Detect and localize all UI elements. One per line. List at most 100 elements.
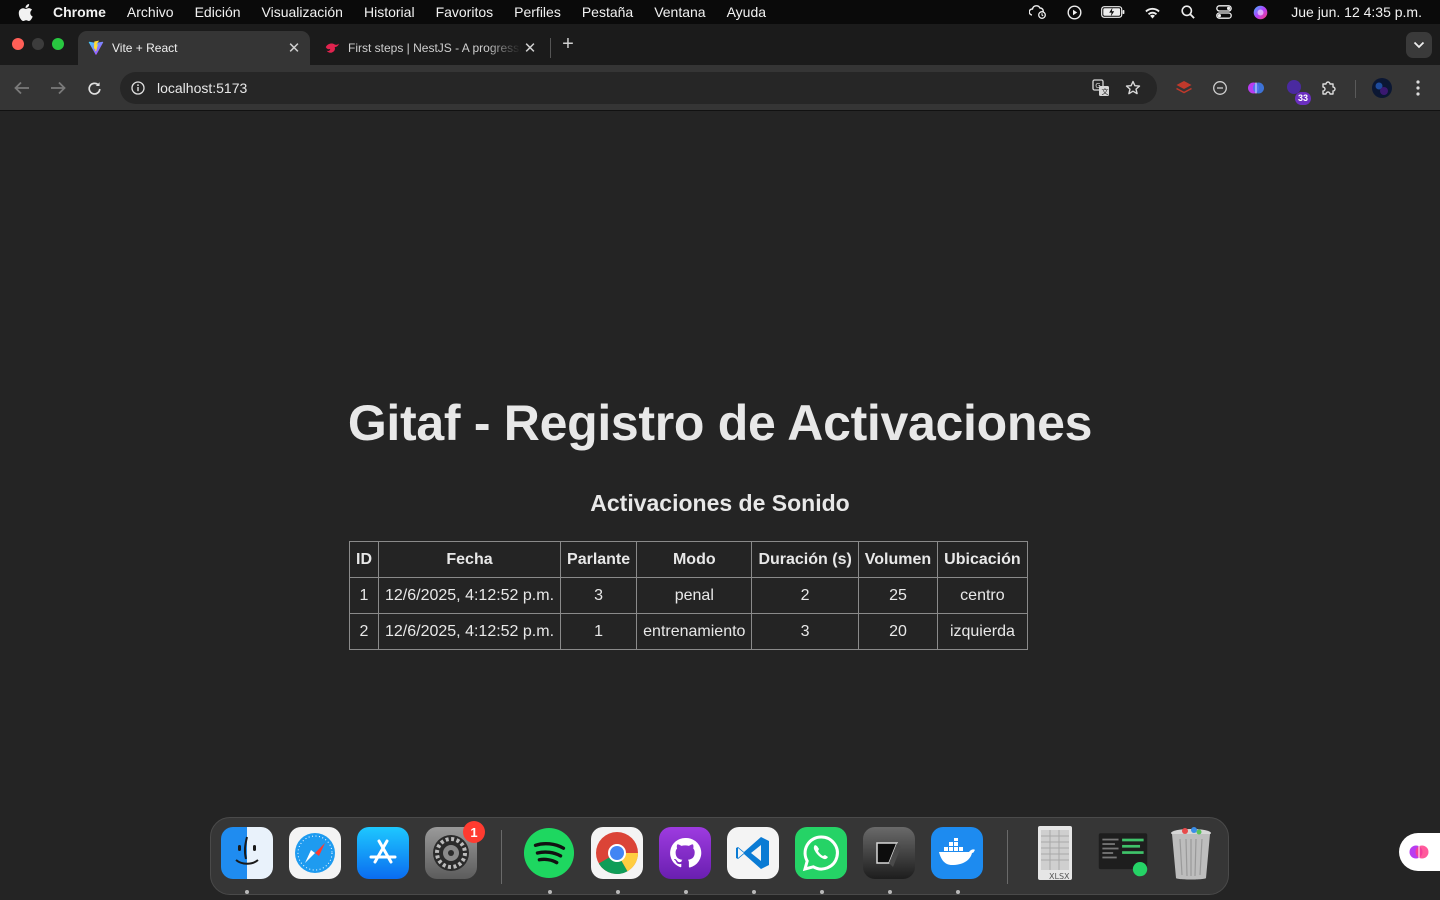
menu-bar-status-area: Jue jun. 12 4:35 p.m.	[1029, 0, 1422, 24]
menu-perfiles[interactable]: Perfiles	[514, 4, 561, 20]
svg-text:G: G	[1095, 82, 1100, 90]
arrow-right-icon	[51, 81, 66, 95]
reload-button[interactable]	[83, 77, 105, 99]
table-cell: 25	[857, 577, 939, 614]
siri-icon[interactable]	[1251, 4, 1269, 20]
table-cell: 2	[751, 577, 859, 614]
extension-purple-badge-icon[interactable]: 33	[1283, 77, 1311, 105]
column-header-volumen: Volumen	[857, 541, 939, 578]
browser-toolbar: localhost:5173 G文 33	[0, 65, 1440, 111]
new-tab-button[interactable]: +	[558, 33, 578, 55]
site-info-icon[interactable]	[128, 78, 148, 98]
system-settings-icon[interactable]: 1	[425, 821, 485, 879]
safari-icon[interactable]	[289, 827, 341, 879]
table-cell: 12/6/2025, 4:12:52 p.m.	[377, 577, 562, 614]
running-indicator	[616, 890, 620, 894]
window-controls	[12, 38, 64, 50]
extensions-puzzle-icon[interactable]	[1318, 77, 1340, 99]
spotify-icon[interactable]	[523, 827, 575, 879]
table-cell: entrenamiento	[636, 613, 753, 650]
macos-menu-bar: Chrome Archivo Edición Visualización His…	[0, 0, 1440, 24]
menu-archivo[interactable]: Archivo	[127, 4, 174, 20]
activations-table: ID Fecha Parlante Modo Duración (s) Volu…	[349, 541, 1028, 650]
table-cell: centro	[937, 577, 1028, 614]
extension-brain-icon[interactable]	[1245, 77, 1267, 99]
play-circle-icon[interactable]	[1065, 4, 1083, 20]
table-row: 1 12/6/2025, 4:12:52 p.m. 3 penal 2 25 c…	[349, 577, 1028, 614]
macos-dock: 1 XLSX	[210, 817, 1229, 895]
column-header-id: ID	[349, 541, 379, 578]
battery-charging-icon[interactable]	[1101, 4, 1125, 20]
app-store-icon[interactable]	[357, 827, 409, 879]
floating-assistant-widget[interactable]	[1399, 833, 1440, 871]
extension-circle-icon[interactable]	[1209, 77, 1231, 99]
close-tab-icon[interactable]: ✕	[521, 39, 539, 57]
wifi-icon[interactable]	[1143, 4, 1161, 20]
control-center-icon[interactable]	[1215, 4, 1233, 20]
running-indicator	[888, 890, 892, 894]
spotlight-search-icon[interactable]	[1179, 4, 1197, 20]
chrome-menu-icon[interactable]	[1407, 77, 1429, 99]
menu-favoritos[interactable]: Favoritos	[436, 4, 494, 20]
menu-visualizacion[interactable]: Visualización	[262, 4, 343, 20]
bookmark-star-icon[interactable]	[1123, 78, 1143, 98]
time-machine-icon[interactable]	[1029, 4, 1047, 20]
close-tab-icon[interactable]: ✕	[285, 39, 303, 57]
extension-badge-count: 33	[1294, 92, 1311, 105]
nestjs-icon	[324, 40, 340, 56]
tab-title: First steps | NestJS - A progressive	[348, 41, 521, 55]
maximize-window-button[interactable]	[52, 38, 64, 50]
apple-menu-icon[interactable]	[18, 3, 36, 21]
running-indicator	[548, 890, 552, 894]
menu-historial[interactable]: Historial	[364, 4, 415, 20]
browser-tab-strip: Vite + React ✕ First steps | NestJS - A …	[0, 24, 1440, 65]
menu-bar-clock[interactable]: Jue jun. 12 4:35 p.m.	[1291, 4, 1422, 20]
brain-icon	[1409, 845, 1429, 859]
url-text[interactable]: localhost:5173	[157, 80, 247, 96]
vscode-icon[interactable]	[727, 827, 779, 879]
close-window-button[interactable]	[12, 38, 24, 50]
menu-app-name[interactable]: Chrome	[53, 4, 106, 20]
github-desktop-icon[interactable]	[659, 827, 711, 879]
xlsx-file-icon[interactable]: XLSX	[1029, 826, 1081, 881]
reload-icon	[87, 81, 101, 95]
address-bar[interactable]: localhost:5173 G文	[120, 72, 1157, 104]
file-type-label: XLSX	[1049, 872, 1070, 881]
table-cell: penal	[636, 577, 753, 614]
translate-icon[interactable]: G文	[1091, 78, 1111, 98]
menu-ayuda[interactable]: Ayuda	[727, 4, 766, 20]
profile-avatar-icon[interactable]	[1371, 77, 1393, 99]
running-indicator	[752, 890, 756, 894]
web-page-viewport: Gitaf - Registro de Activaciones Activac…	[0, 111, 1440, 900]
running-indicator	[245, 890, 249, 894]
minimize-window-button[interactable]	[32, 38, 44, 50]
notification-badge: 1	[463, 821, 485, 843]
forward-button[interactable]	[47, 77, 69, 99]
chrome-icon[interactable]	[591, 827, 643, 879]
cursor-icon[interactable]	[863, 827, 915, 879]
extension-layers-icon[interactable]	[1173, 77, 1195, 99]
running-indicator	[820, 890, 824, 894]
table-cell: 12/6/2025, 4:12:52 p.m.	[377, 613, 562, 650]
column-header-parlante: Parlante	[560, 541, 638, 578]
tab-vite-react[interactable]: Vite + React ✕	[78, 31, 310, 65]
whatsapp-icon[interactable]	[795, 827, 847, 879]
back-button[interactable]	[11, 77, 33, 99]
table-cell: 3	[560, 577, 638, 614]
finder-icon[interactable]	[221, 827, 273, 879]
menu-ventana[interactable]: Ventana	[654, 4, 705, 20]
trash-icon[interactable]	[1165, 827, 1217, 880]
arrow-left-icon	[14, 81, 29, 95]
docker-icon[interactable]	[931, 827, 983, 879]
tab-nestjs-docs[interactable]: First steps | NestJS - A progressive ✕	[314, 31, 546, 65]
running-indicator	[956, 890, 960, 894]
dock-separator	[501, 830, 502, 884]
screen-recording-icon[interactable]	[1097, 827, 1149, 879]
column-header-fecha: Fecha	[377, 541, 562, 578]
table-cell: 1	[349, 577, 379, 614]
menu-edicion[interactable]: Edición	[195, 4, 241, 20]
tab-search-button[interactable]	[1406, 32, 1432, 58]
svg-text:文: 文	[1102, 87, 1109, 96]
menu-pestana[interactable]: Pestaña	[582, 4, 633, 20]
page-title: Gitaf - Registro de Activaciones	[347, 395, 1093, 451]
